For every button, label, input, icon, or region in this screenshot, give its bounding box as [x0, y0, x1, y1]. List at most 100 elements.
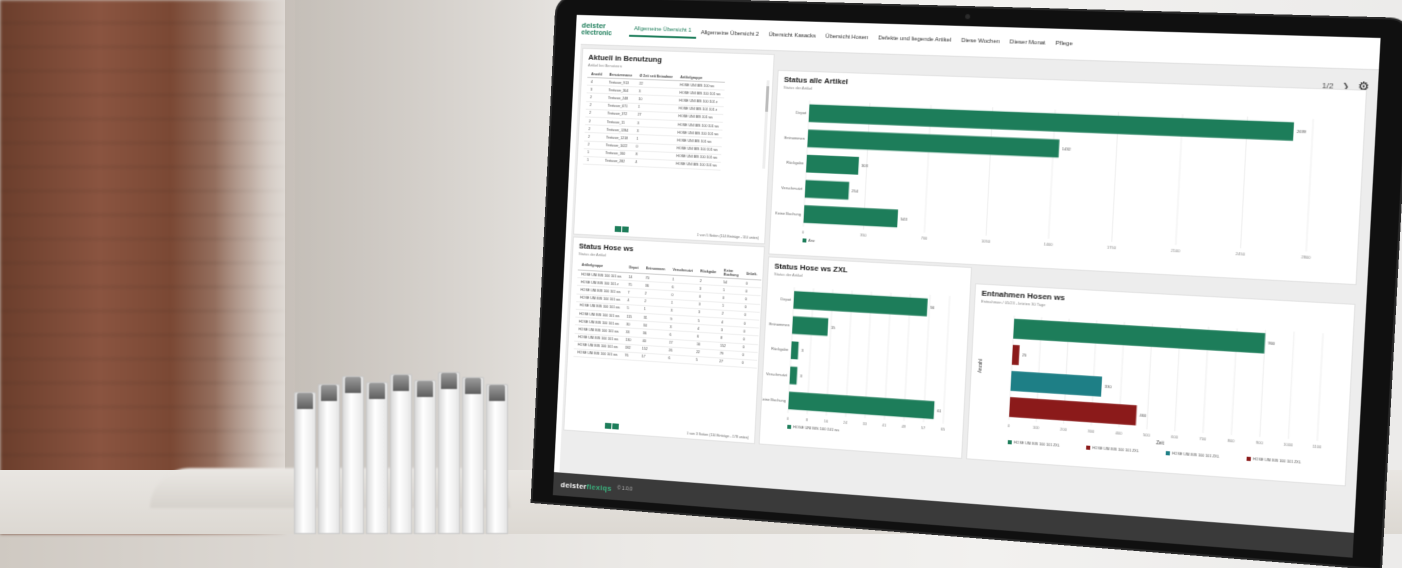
tab-pflege[interactable]: Pflege	[1050, 41, 1078, 48]
x-tick-label: 350	[860, 232, 867, 237]
x-tick-label: 0	[1007, 423, 1009, 428]
bar	[1013, 318, 1266, 354]
key-holder	[292, 370, 512, 534]
data-label: 330	[1104, 384, 1111, 390]
data-label: 303	[861, 163, 868, 168]
pagination-info: 1 von 5 Seiten (114 Einträge - 110 unten…	[696, 233, 759, 241]
bar	[804, 179, 850, 200]
panel-status-hose: Status Hose ws Status der Artikel Artike…	[563, 236, 765, 445]
x-tick-label: 57	[921, 425, 926, 430]
y-axis-label: Anzahl	[977, 359, 983, 373]
key-tag	[318, 384, 340, 534]
key-tag	[342, 376, 364, 534]
tab-defekte-artikel[interactable]: Defekte und liegende Artikel	[873, 35, 956, 43]
company-logo: deister electronic	[581, 17, 625, 43]
pagination-info: 1 von 3 Seiten (110 Einträge - 178 unten…	[686, 431, 749, 440]
bar	[1011, 344, 1020, 366]
bar	[790, 341, 799, 360]
x-tick-label: 500	[1143, 432, 1150, 438]
grid-line	[1317, 333, 1323, 441]
x-tick-label: 24	[843, 420, 848, 425]
x-tick-label: 400	[1115, 430, 1122, 436]
x-tick-label: 300	[1087, 428, 1094, 434]
data-label: 543	[900, 216, 907, 221]
scrollbar[interactable]	[762, 80, 770, 169]
page-button[interactable]	[604, 422, 612, 430]
monitor-screen: deister electronic Allgemeine Übersicht …	[552, 14, 1381, 558]
x-tick-label: 49	[901, 424, 906, 429]
x-tick-label: 33	[862, 421, 867, 426]
status-hose-table: Artikelgruppe Depot Entnommen Verschmutz…	[573, 259, 762, 369]
footer-version: © 1.0.0	[617, 485, 633, 493]
y-tick-label: Rückgabe	[786, 160, 803, 166]
bar	[788, 391, 935, 420]
bar	[806, 154, 860, 175]
data-label: 1432	[1062, 146, 1071, 152]
table-cell: HOSE UNI BIS 100 101 ws	[672, 160, 721, 171]
pagination	[604, 422, 619, 430]
tab-diese-wochen[interactable]: Diese Wochen	[956, 38, 1005, 45]
grid-line	[1288, 332, 1294, 439]
x-tick-label: 2800	[1301, 254, 1311, 260]
panel-status-hose-zxl: Status Hose ws ZXL Status der Artikel 08…	[758, 256, 973, 459]
grid-line	[1306, 119, 1313, 251]
legend-label: HOSE UNI BIS 100 101 ZXL	[1253, 458, 1301, 466]
legend-swatch	[1165, 451, 1171, 456]
usage-table: Anzahl Benutzername Ø Zeit seit Entnahme…	[583, 71, 726, 171]
y-tick-label: Rückgabe	[771, 346, 788, 352]
key-tag	[390, 374, 412, 534]
x-tick-label: 1000	[1283, 442, 1293, 448]
legend-label: HOSE UNI BIS 100 101 ZXL	[1014, 441, 1060, 448]
bar	[1009, 397, 1137, 426]
tab-allgemeine-uebersicht-2[interactable]: Allgemeine Übersicht 2	[696, 30, 764, 38]
tab-dieser-monat[interactable]: Dieser Monat	[1005, 39, 1051, 46]
page-button[interactable]	[622, 226, 629, 233]
page-button[interactable]	[614, 226, 622, 233]
footer-brand-b: flexiqs	[586, 481, 613, 493]
legend-label: HOSE UNI BIS 100 101 ZXL	[1092, 446, 1139, 453]
data-label: 56	[930, 305, 935, 310]
x-tick-label: 65	[941, 426, 946, 431]
logo-text-bottom: electronic	[581, 29, 612, 38]
data-label: 3	[800, 373, 802, 378]
page-button[interactable]	[612, 423, 619, 430]
footer-brand: deisterflexiqs	[560, 480, 612, 493]
table-cell: 5	[691, 356, 716, 366]
footer-brand-a: deister	[560, 479, 587, 491]
panel-current-usage: Aktuell in Benutzung Artikel bei Benutze…	[573, 47, 775, 245]
x-axis-label: Zeit	[1156, 440, 1165, 446]
legend-label: HOSE UNI BIS 100 101 ZXL	[1172, 452, 1220, 460]
y-tick-label: Verschmutzt	[766, 371, 788, 377]
x-tick-label: 700	[921, 235, 928, 240]
data-label: 25	[1022, 353, 1027, 358]
tab-uebersicht-hosen[interactable]: Übersicht Hosen	[821, 34, 874, 42]
table-cell: Testuser_282	[601, 157, 632, 167]
x-tick-label: 600	[1171, 434, 1178, 440]
pagination	[614, 226, 629, 233]
y-tick-label: Verschmutzt	[781, 185, 803, 191]
table-cell: 1	[583, 156, 602, 165]
x-tick-label: 0	[802, 229, 804, 234]
table-cell: 6	[664, 354, 693, 365]
x-tick-label: 1050	[981, 238, 990, 244]
x-tick-label: 800	[1227, 438, 1234, 444]
data-label: 2699	[1297, 129, 1307, 135]
data-label: 15	[831, 325, 836, 330]
tab-uebersicht-kasacks[interactable]: Übersicht Kasacks	[764, 32, 821, 40]
wall-light	[215, 0, 295, 534]
x-tick-label: 41	[882, 422, 887, 427]
monitor: deister electronic Allgemeine Übersicht …	[532, 0, 1402, 568]
x-tick-label: 200	[1060, 426, 1067, 432]
key-tag	[366, 382, 388, 534]
y-tick-label: Entnommen	[784, 135, 805, 141]
y-tick-label: Depot	[796, 110, 807, 115]
table-cell: HOSE UNI BIS 100 101 ws	[573, 348, 622, 360]
tab-allgemeine-uebersicht-1[interactable]: Allgemeine Übersicht 1	[629, 25, 697, 39]
chart-withdrawals: 0 100 200 300 400 500 600 700 800 900 1000 1100 900 2…	[977, 303, 1349, 466]
bar	[807, 129, 1060, 158]
y-tick-label: Entnommen	[769, 321, 790, 327]
data-label: 900	[1268, 341, 1275, 347]
data-label: 254	[852, 188, 860, 193]
x-tick-label: 1400	[1044, 241, 1053, 247]
x-tick-label: 2450	[1236, 251, 1246, 257]
